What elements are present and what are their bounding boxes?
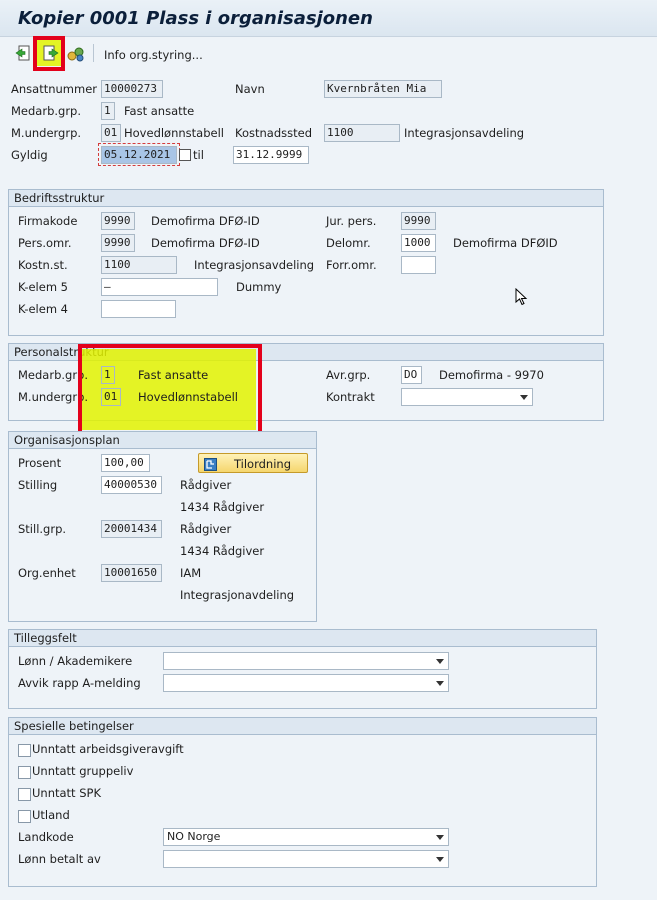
- orgenhet-text1: IAM: [180, 566, 202, 580]
- landkode-dropdown[interactable]: NO Norge: [163, 828, 449, 846]
- ansattnummer-field[interactable]: 10000273: [101, 80, 163, 98]
- mundergrp-text: Hovedlønnstabell: [124, 126, 224, 140]
- stillgrp-text1: Rådgiver: [180, 522, 232, 536]
- window-title: Kopier 0001 Plass i organisasjonen: [18, 8, 373, 29]
- calendar-icon[interactable]: [179, 149, 191, 161]
- prosent-label: Prosent: [18, 456, 62, 470]
- kelem5-field[interactable]: –: [101, 278, 218, 296]
- kostnadssted-label: Kostnadssted: [235, 126, 313, 140]
- lonn-akademikere-label: Lønn / Akademikere: [18, 654, 133, 668]
- persomr-text: Demofirma DFØ-ID: [151, 236, 260, 250]
- kelem4-field[interactable]: [101, 300, 176, 318]
- avvik-dropdown[interactable]: [163, 674, 449, 692]
- orgenhet-field[interactable]: 10001650: [101, 564, 162, 582]
- lonn-betalt-av-label: Lønn betalt av: [18, 852, 101, 866]
- toolbar-red-highlight: [33, 36, 65, 71]
- unntatt-arbeidsgiveravgift-checkbox[interactable]: [18, 744, 31, 757]
- prosent-field[interactable]: 100,00: [101, 454, 150, 472]
- gyldig-label: Gyldig: [11, 148, 48, 162]
- stilling-text1: Rådgiver: [180, 478, 232, 492]
- assignment-icon: [204, 457, 217, 471]
- tilordning-button[interactable]: Tilordning: [198, 453, 308, 473]
- stilling-label: Stilling: [18, 478, 58, 492]
- unntatt-spk-checkbox[interactable]: [18, 788, 31, 801]
- lonn-betalt-av-dropdown[interactable]: [163, 850, 449, 868]
- firmakode-label: Firmakode: [18, 214, 78, 228]
- jurpers-field[interactable]: 9990: [401, 212, 436, 230]
- medarb-label: Medarb.grp.: [11, 104, 82, 118]
- kostnst-label: Kostn.st.: [18, 258, 68, 272]
- mouse-cursor-icon: [515, 287, 529, 306]
- orgenhet-label: Org.enhet: [18, 566, 76, 580]
- forromr-label: Forr.omr.: [326, 258, 377, 272]
- persomr-label: Pers.omr.: [18, 236, 72, 250]
- previous-record-icon[interactable]: [14, 43, 34, 63]
- tilordning-label: Tilordning: [234, 457, 291, 471]
- avvik-label: Avvik rapp A-melding: [18, 676, 141, 690]
- stillgrp-text2: 1434 Rådgiver: [180, 544, 265, 558]
- medarb-text: Fast ansatte: [124, 104, 195, 118]
- gyldig-from-field[interactable]: 05.12.2021: [101, 146, 177, 164]
- personalstruktur-red-highlight: [78, 344, 262, 435]
- kostnst-text: Integrasjonsavdeling: [194, 258, 315, 272]
- til-label: til: [193, 148, 204, 162]
- delomr-field[interactable]: 1000: [401, 234, 436, 252]
- avrgrp-field[interactable]: DO: [401, 366, 422, 384]
- spesielle-title: Spesielle betingelser: [9, 718, 596, 735]
- firmakode-field[interactable]: 9990: [101, 212, 135, 230]
- unntatt-spk-label: Unntatt SPK: [32, 786, 101, 800]
- medarb-code-field[interactable]: 1: [101, 102, 115, 120]
- kostnadssted-code-field[interactable]: 1100: [324, 124, 400, 142]
- utland-label: Utland: [32, 808, 70, 822]
- kostnst-field[interactable]: 1100: [101, 256, 177, 274]
- stilling-text2: 1434 Rådgiver: [180, 500, 265, 514]
- ansattnummer-label: Ansattnummer: [11, 82, 97, 96]
- organisasjonsplan-title: Organisasjonsplan: [9, 432, 316, 449]
- mundergrp-code-field[interactable]: 01: [101, 124, 121, 142]
- utland-checkbox[interactable]: [18, 810, 31, 823]
- unntatt-arbeidsgiveravgift-label: Unntatt arbeidsgiveravgift: [32, 742, 184, 756]
- unntatt-gruppeliv-label: Unntatt gruppeliv: [32, 764, 134, 778]
- kelem5-label: K-elem 5: [18, 280, 69, 294]
- org-structure-icon[interactable]: [66, 43, 86, 63]
- navn-label: Navn: [235, 82, 265, 96]
- toolbar-separator: [93, 44, 94, 62]
- gyldig-to-field[interactable]: 31.12.9999: [233, 146, 309, 164]
- forromr-field[interactable]: [401, 256, 436, 274]
- kontrakt-dropdown[interactable]: [401, 388, 533, 406]
- kelem5-text: Dummy: [236, 280, 282, 294]
- info-org-styring-button[interactable]: Info org.styring...: [104, 46, 203, 64]
- kontrakt-label: Kontrakt: [326, 390, 375, 404]
- persomr-field[interactable]: 9990: [101, 234, 135, 252]
- orgenhet-text2: Integrasjonavdeling: [180, 588, 295, 602]
- delomr-text: Demofirma DFØID: [453, 236, 558, 250]
- landkode-label: Landkode: [18, 830, 74, 844]
- stillgrp-field[interactable]: 20001434: [101, 520, 162, 538]
- mundergrp-label: M.undergrp.: [11, 126, 82, 140]
- avrgrp-label: Avr.grp.: [326, 368, 371, 382]
- toolbar: [0, 37, 657, 69]
- lonn-akademikere-dropdown[interactable]: [163, 652, 449, 670]
- navn-field[interactable]: Kvernbråten Mia: [324, 80, 442, 98]
- stilling-field[interactable]: 40000530: [101, 476, 162, 494]
- jurpers-label: Jur. pers.: [326, 214, 377, 228]
- delomr-label: Delomr.: [326, 236, 371, 250]
- unntatt-gruppeliv-checkbox[interactable]: [18, 766, 31, 779]
- firmakode-text: Demofirma DFØ-ID: [151, 214, 260, 228]
- kostnadssted-text: Integrasjonsavdeling: [404, 126, 525, 140]
- kelem4-label: K-elem 4: [18, 302, 69, 316]
- bedriftsstruktur-title: Bedriftsstruktur: [9, 190, 603, 207]
- stillgrp-label: Still.grp.: [18, 522, 67, 536]
- avrgrp-text: Demofirma - 9970: [439, 368, 544, 382]
- tilleggsfelt-title: Tilleggsfelt: [9, 630, 596, 647]
